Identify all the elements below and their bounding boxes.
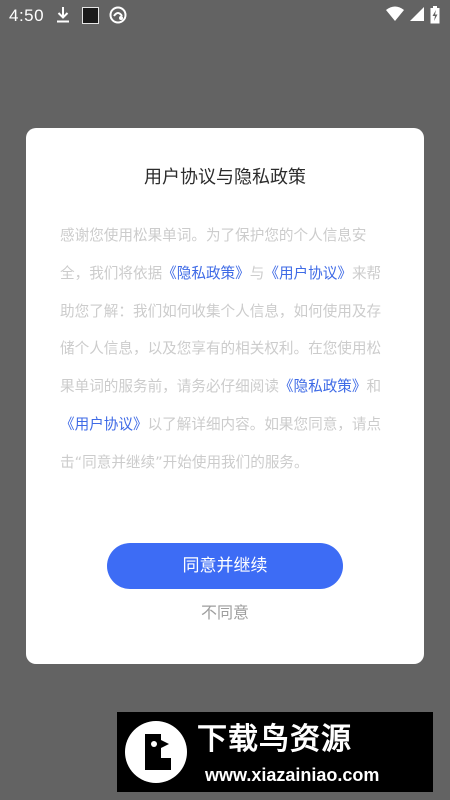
status-time: 4:50 <box>9 6 45 25</box>
body-text-and-2: 和 <box>366 378 382 396</box>
dialog-title: 用户协议与隐私政策 <box>144 167 306 188</box>
watermark-banner: 下载鸟资源 www.xiazainiao.com <box>117 712 433 792</box>
user-agreement-link[interactable]: 《用户协议》 <box>264 265 352 282</box>
body-text-middle: 来帮助您了解：我们如何收集个人信息，如何使用及存储个人信息，以及您享有的相关权利… <box>60 264 382 396</box>
battery-charging-icon <box>430 6 440 29</box>
privacy-dialog: 用户协议与隐私政策 感谢您使用松果单词。为了保护您的个人信息安全，我们将依据《隐… <box>26 128 424 664</box>
bird-logo-icon <box>123 718 189 790</box>
user-agreement-link[interactable]: 《用户协议》 <box>60 416 148 433</box>
privacy-policy-link[interactable]: 《隐私政策》 <box>279 378 367 395</box>
square-notification-icon <box>82 7 99 24</box>
privacy-policy-link[interactable]: 《隐私政策》 <box>162 265 250 282</box>
download-icon <box>56 6 70 29</box>
wifi-icon <box>386 6 404 27</box>
dialog-body: 感谢您使用松果单词。为了保护您的个人信息安全，我们将依据《隐私政策》与《用户协议… <box>60 217 392 482</box>
status-bar: 4:50 <box>0 0 450 32</box>
signal-icon <box>408 6 424 27</box>
app-notification-icon <box>108 6 128 29</box>
disagree-button[interactable]: 不同意 <box>175 598 275 628</box>
agree-continue-button[interactable]: 同意并继续 <box>107 543 343 589</box>
body-text-and: 与 <box>249 264 265 282</box>
watermark-title: 下载鸟资源 <box>197 722 352 757</box>
watermark-url: www.xiazainiao.com <box>205 765 380 785</box>
